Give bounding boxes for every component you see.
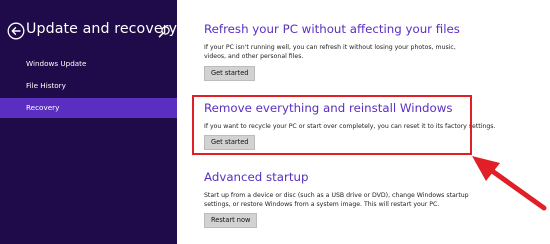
sidebar-item-label: File History <box>26 81 66 90</box>
refresh-get-started-button[interactable]: Get started <box>204 66 256 81</box>
section-title-refresh: Refresh your PC without affecting your f… <box>204 22 460 36</box>
section-title-advanced-startup: Advanced startup <box>204 170 309 184</box>
sidebar-item-label: Recovery <box>26 103 60 112</box>
section-description-advanced-startup: Start up from a device or disc (such as … <box>204 192 469 208</box>
sidebar: Update and recovery Windows Update File … <box>0 0 177 244</box>
restart-now-button[interactable]: Restart now <box>204 213 258 228</box>
search-icon[interactable] <box>158 25 171 38</box>
annotation-highlight-box <box>192 95 472 155</box>
sidebar-title[interactable]: Update and recovery <box>26 21 177 37</box>
section-description-refresh: If your PC isn't running well, you can r… <box>204 44 456 60</box>
annotation-arrow-icon <box>472 156 547 211</box>
sidebar-item-file-history[interactable]: File History <box>0 76 177 96</box>
back-arrow-circle-icon[interactable] <box>7 22 25 40</box>
sidebar-item-windows-update[interactable]: Windows Update <box>0 54 177 74</box>
sidebar-item-label: Windows Update <box>26 59 87 68</box>
sidebar-item-recovery[interactable]: Recovery <box>0 98 177 118</box>
